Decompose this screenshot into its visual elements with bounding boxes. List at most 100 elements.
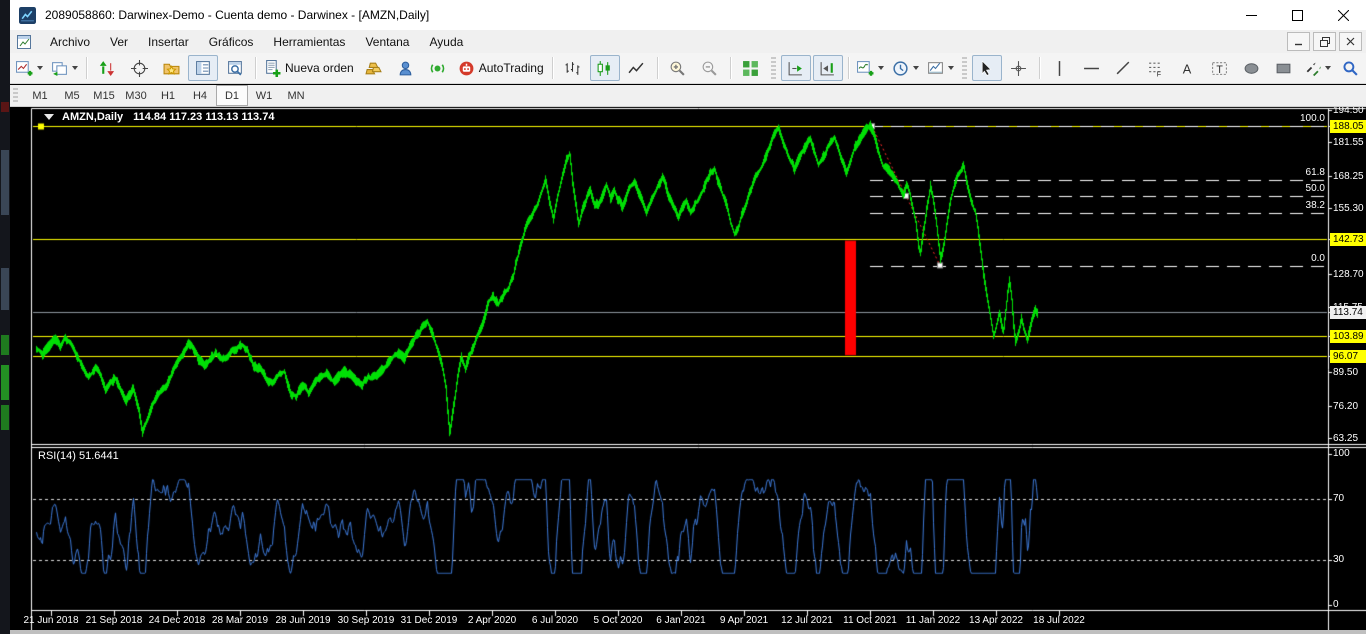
date-scale-label: 30 Sep 2019: [338, 615, 395, 626]
candles-chart-icon: [596, 60, 613, 77]
text-label-icon: T: [1211, 60, 1228, 77]
zoom-in-button[interactable]: [663, 55, 693, 81]
timeframe-m30-button[interactable]: M30: [120, 85, 152, 106]
vertical-line-button[interactable]: [1045, 55, 1075, 81]
svg-text:A: A: [1183, 61, 1192, 76]
timeframe-h4-button[interactable]: H4: [184, 85, 216, 106]
svg-text:T: T: [1216, 63, 1223, 75]
mdi-close-button[interactable]: [1339, 32, 1362, 51]
rsi-scale-label: 70: [1333, 493, 1344, 505]
menu-herramientas[interactable]: Herramientas: [263, 32, 355, 52]
timeframe-m1-button[interactable]: M1: [24, 85, 56, 106]
toolbar-drag-handle[interactable]: [13, 88, 18, 104]
zoom-out-button[interactable]: [695, 55, 725, 81]
menu-grficos[interactable]: Gráficos: [199, 32, 264, 52]
mdi-restore-button[interactable]: [1313, 32, 1336, 51]
minimize-button[interactable]: [1228, 0, 1274, 30]
gold-bars-button[interactable]: [359, 55, 389, 81]
autotrading-button[interactable]: AutoTrading: [455, 55, 547, 81]
zoom-in-icon: [669, 60, 686, 77]
one-click-trading-arrow-icon[interactable]: [44, 114, 54, 120]
arrows-button[interactable]: [1301, 55, 1334, 81]
date-scale-label: 12 Jul 2021: [781, 615, 833, 626]
menu-bar: ArchivoVerInsertarGráficosHerramientasVe…: [10, 30, 1366, 54]
indicators-button[interactable]: [854, 55, 887, 81]
crosshair-button[interactable]: [1004, 55, 1034, 81]
auto-scroll-button[interactable]: [781, 55, 811, 81]
background-fragment: [1, 365, 9, 400]
menu-ayuda[interactable]: Ayuda: [419, 32, 473, 52]
periods-button[interactable]: [889, 55, 922, 81]
templates-button[interactable]: [924, 55, 957, 81]
timeframe-mn-button[interactable]: MN: [280, 85, 312, 106]
navigator-button[interactable]: [220, 55, 250, 81]
toolbox-button[interactable]: [188, 55, 218, 81]
fibonacci-button[interactable]: F: [1141, 55, 1171, 81]
profiles-button[interactable]: [48, 55, 81, 81]
tile-windows-button[interactable]: [736, 55, 766, 81]
candles-chart-button[interactable]: [590, 55, 620, 81]
date-scale-label: 6 Jan 2021: [656, 615, 706, 626]
svg-text:F: F: [1157, 69, 1162, 77]
date-scale-label: 6 Jul 2020: [532, 615, 578, 626]
chevron-down-icon[interactable]: [37, 66, 43, 70]
timeframe-h1-button[interactable]: H1: [152, 85, 184, 106]
text-button[interactable]: A: [1173, 55, 1203, 81]
market-watch-button[interactable]: [92, 55, 122, 81]
fibonacci-level-label: 100.0: [1300, 113, 1325, 124]
menu-archivo[interactable]: Archivo: [40, 32, 100, 52]
chart-window-icon[interactable]: [16, 34, 32, 50]
ellipse-button[interactable]: [1237, 55, 1267, 81]
timeframe-w1-button[interactable]: W1: [248, 85, 280, 106]
toolbar-separator: [86, 57, 87, 79]
chevron-down-icon[interactable]: [1325, 66, 1331, 70]
close-button[interactable]: [1320, 0, 1366, 30]
timeframe-m5-button[interactable]: M5: [56, 85, 88, 106]
rsi-scale-label: 0: [1333, 599, 1339, 611]
date-scale-label: 13 Apr 2022: [969, 615, 1023, 626]
search-icon: [1342, 60, 1359, 77]
zoom-out-icon: [701, 60, 718, 77]
chart-shift-button[interactable]: [813, 55, 843, 81]
favorites-icon: [163, 60, 180, 77]
favorites-button[interactable]: [156, 55, 186, 81]
signals-button[interactable]: [423, 55, 453, 81]
signals-icon: [429, 60, 446, 77]
new-chart-button[interactable]: [13, 55, 46, 81]
cursor-button[interactable]: [972, 55, 1002, 81]
chevron-down-icon[interactable]: [72, 66, 78, 70]
market-watch-icon: [99, 60, 116, 77]
chevron-down-icon[interactable]: [948, 66, 954, 70]
line-chart-button[interactable]: [622, 55, 652, 81]
mdi-minimize-button[interactable]: [1287, 32, 1310, 51]
timeframe-d1-button[interactable]: D1: [216, 85, 248, 106]
auto-scroll-icon: [787, 60, 804, 77]
toolbar-drag-handle[interactable]: [962, 57, 967, 79]
price-level-tag: 188.05: [1330, 120, 1366, 133]
fibonacci-level-label: 38.2: [1306, 200, 1325, 211]
window-bottom-edge: [10, 630, 1366, 634]
menu-ver[interactable]: Ver: [100, 32, 138, 52]
metaeditor-button[interactable]: [391, 55, 421, 81]
price-scale-label: 155.30: [1333, 202, 1364, 215]
data-window-button[interactable]: [124, 55, 154, 81]
maximize-button[interactable]: [1274, 0, 1320, 30]
rectangle-button[interactable]: [1269, 55, 1299, 81]
trendline-button[interactable]: [1109, 55, 1139, 81]
chevron-down-icon[interactable]: [913, 66, 919, 70]
horizontal-line-button[interactable]: [1077, 55, 1107, 81]
date-scale-label: 9 Apr 2021: [720, 615, 768, 626]
text-label-button[interactable]: T: [1205, 55, 1235, 81]
toolbar-drag-handle[interactable]: [771, 57, 776, 79]
background-fragment: [1, 405, 9, 430]
new-order-label: Nueva orden: [285, 61, 354, 75]
bars-chart-icon: [564, 60, 581, 77]
timeframe-m15-button[interactable]: M15: [88, 85, 120, 106]
bars-chart-button[interactable]: [558, 55, 588, 81]
new-order-button[interactable]: Nueva orden: [261, 55, 357, 81]
search-button[interactable]: [1336, 55, 1366, 81]
chevron-down-icon[interactable]: [878, 66, 884, 70]
gold-bars-icon: [365, 60, 382, 77]
menu-insertar[interactable]: Insertar: [138, 32, 199, 52]
menu-ventana[interactable]: Ventana: [355, 32, 419, 52]
